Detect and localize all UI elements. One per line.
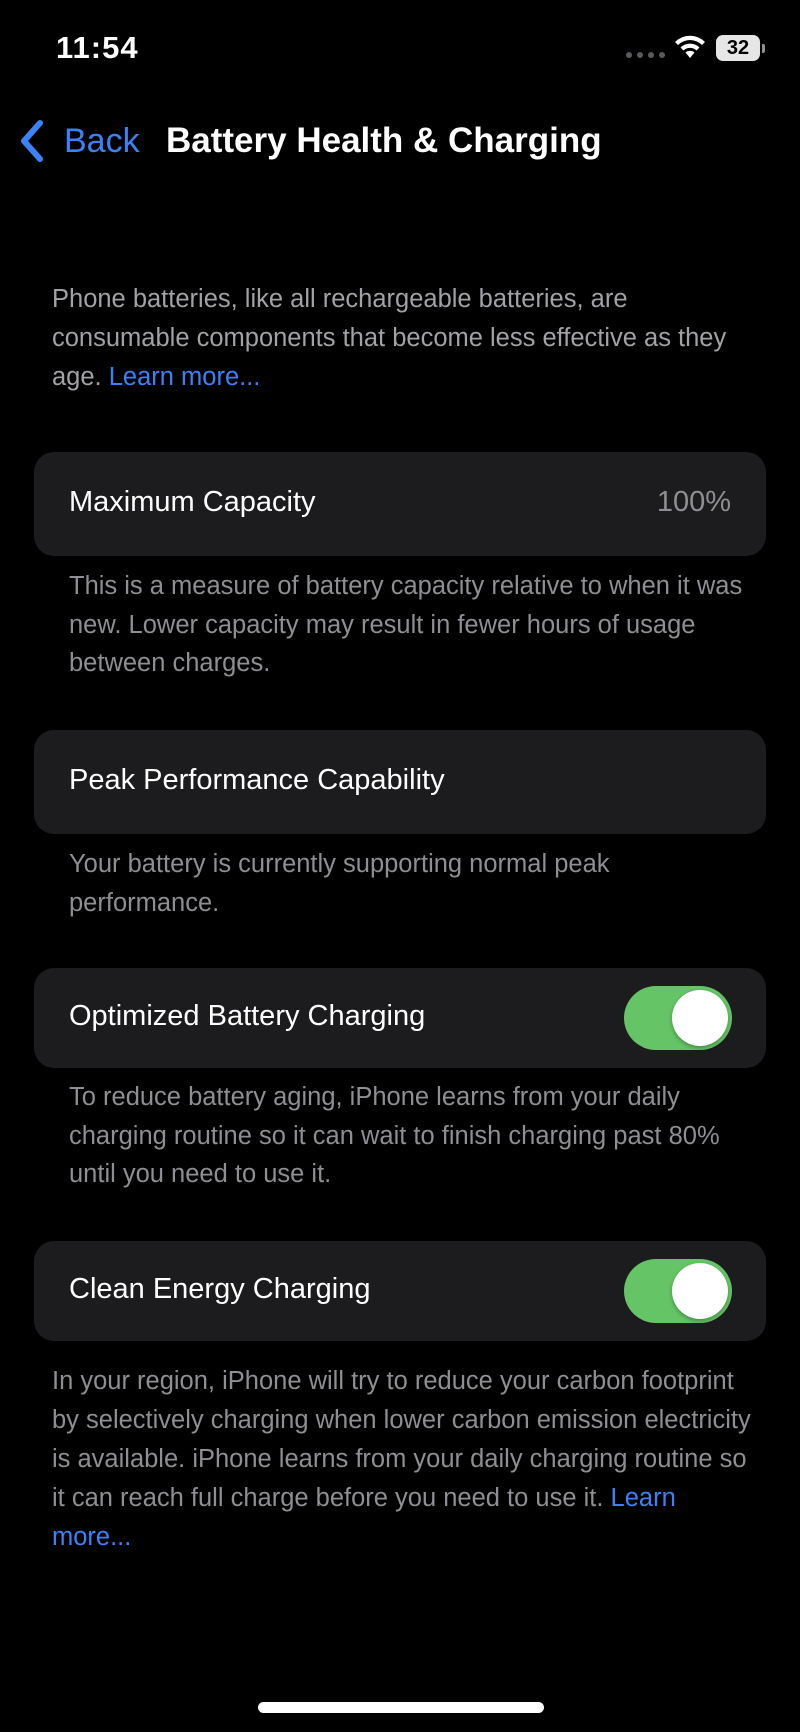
- max-capacity-footnote: This is a measure of battery capacity re…: [69, 572, 743, 677]
- max-capacity-value: 100%: [656, 486, 731, 518]
- optimized-charging-footnote: To reduce battery aging, iPhone learns f…: [69, 1083, 720, 1188]
- toggle-knob: [672, 990, 728, 1046]
- status-bar: 11:54 32: [0, 0, 800, 100]
- clean-energy-row: Clean Energy Charging: [34, 1241, 766, 1341]
- clean-energy-toggle[interactable]: [624, 1259, 732, 1323]
- page-title: Battery Health & Charging: [166, 121, 602, 160]
- status-time: 11:54: [56, 30, 139, 65]
- learn-more-link[interactable]: Learn more...: [109, 363, 261, 391]
- optimized-charging-toggle[interactable]: [624, 986, 732, 1050]
- optimized-charging-row: Optimized Battery Charging: [34, 968, 766, 1068]
- peak-performance-label: Peak Performance Capability: [69, 764, 445, 796]
- nav-bar: Back Battery Health & Charging: [0, 110, 800, 172]
- intro-text: Phone batteries, like all rechargeable b…: [52, 280, 752, 397]
- clean-energy-label: Clean Energy Charging: [69, 1273, 371, 1305]
- wifi-icon: [675, 35, 705, 58]
- clean-energy-footnote: In your region, iPhone will try to reduc…: [52, 1362, 752, 1557]
- max-capacity-row: Maximum Capacity 100%: [34, 452, 766, 556]
- battery-icon: 32: [716, 35, 766, 61]
- peak-performance-footnote: Your battery is currently supporting nor…: [69, 850, 610, 917]
- optimized-charging-label: Optimized Battery Charging: [69, 1000, 426, 1032]
- back-button[interactable]: Back: [18, 110, 140, 172]
- battery-level: 32: [716, 35, 760, 61]
- toggle-knob: [672, 1263, 728, 1319]
- chevron-left-icon: [21, 120, 43, 162]
- max-capacity-label: Maximum Capacity: [69, 486, 316, 518]
- back-label: Back: [64, 121, 140, 160]
- home-indicator[interactable]: [258, 1702, 544, 1713]
- signal-dots-icon: [626, 52, 665, 58]
- peak-performance-row: Peak Performance Capability: [34, 730, 766, 834]
